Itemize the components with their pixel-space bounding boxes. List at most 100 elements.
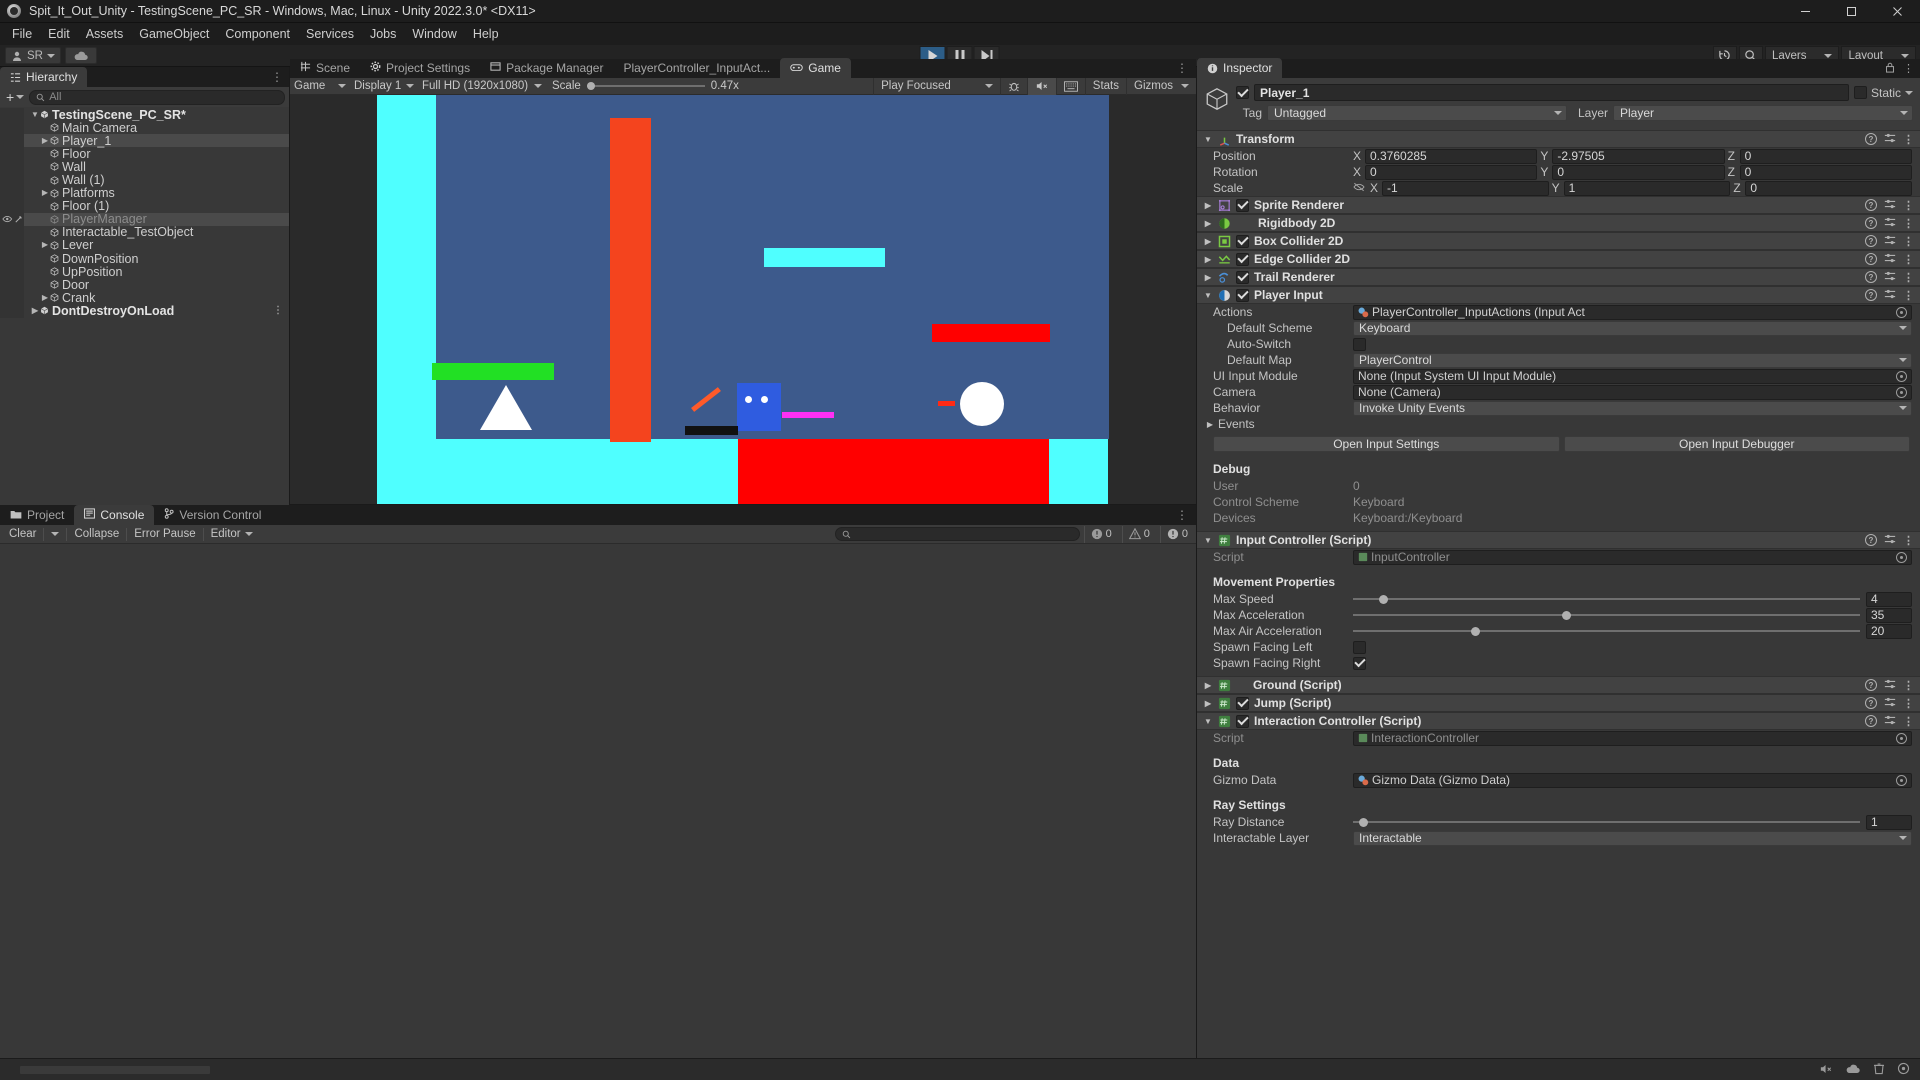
tab-playercontroller-inputact[interactable]: PlayerController_InputAct... bbox=[613, 58, 780, 78]
default-map-dropdown[interactable]: PlayerControl bbox=[1353, 352, 1912, 368]
console-tabbar[interactable]: Project Console Version Control ⋮ bbox=[0, 505, 1196, 525]
tab-project[interactable]: Project bbox=[0, 505, 74, 525]
component-header-transform[interactable]: ▼ Transform ? ⋮ bbox=[1197, 130, 1920, 148]
help-icon[interactable]: ? bbox=[1865, 235, 1877, 247]
hierarchy-item-dontdestroyonload[interactable]: ▶ DontDestroyOnLoad ⋮ bbox=[0, 304, 289, 318]
component-enabled-checkbox[interactable] bbox=[1236, 252, 1249, 266]
menu-window[interactable]: Window bbox=[404, 25, 464, 43]
constrain-off-icon[interactable] bbox=[1353, 181, 1365, 195]
kebab-icon[interactable]: ⋮ bbox=[1903, 679, 1914, 692]
menu-gameobject[interactable]: GameObject bbox=[131, 25, 217, 43]
hierarchy-item-wall-1[interactable]: Wall (1) bbox=[0, 173, 289, 187]
kebab-icon[interactable]: ⋮ bbox=[1176, 61, 1188, 75]
cloud-button[interactable] bbox=[64, 47, 97, 64]
hierarchy-item-crank[interactable]: ▶ Crank bbox=[0, 291, 289, 305]
hierarchy-item-testingscene-pc-sr[interactable]: ▼ TestingScene_PC_SR* bbox=[0, 108, 289, 122]
stats-button[interactable]: Stats bbox=[1084, 77, 1126, 95]
preset-icon[interactable] bbox=[1884, 252, 1896, 267]
component-header-box-collider-2d[interactable]: ▶ Box Collider 2D ? ⋮ bbox=[1197, 232, 1920, 250]
max-acceleration-slider[interactable]: 35 bbox=[1353, 607, 1912, 623]
hierarchy-search-input[interactable]: All bbox=[29, 89, 285, 105]
object-picker-icon[interactable] bbox=[1896, 774, 1907, 786]
object-picker-icon[interactable] bbox=[1896, 551, 1907, 563]
max-speed-slider[interactable]: 4 bbox=[1353, 591, 1912, 607]
kebab-icon[interactable]: ⋮ bbox=[1903, 271, 1914, 284]
tab-scene[interactable]: Scene bbox=[290, 58, 360, 78]
hierarchy-item-wall[interactable]: Wall bbox=[0, 160, 289, 174]
component-header-trail-renderer[interactable]: ▶ Trail Renderer ? ⋮ bbox=[1197, 268, 1920, 286]
resolution-dropdown[interactable]: Full HD (1920x1080) bbox=[418, 79, 546, 94]
interactable-layer-dropdown[interactable]: Interactable bbox=[1353, 830, 1912, 846]
chevron-down-icon[interactable] bbox=[1905, 90, 1913, 95]
kebab-icon[interactable]: ⋮ bbox=[1903, 62, 1914, 76]
kebab-icon[interactable]: ⋮ bbox=[1176, 508, 1188, 522]
component-header-jump[interactable]: ▶ Jump (Script) ? ⋮ bbox=[1197, 694, 1920, 712]
error-pause-button[interactable]: Error Pause bbox=[127, 526, 202, 543]
tab-console[interactable]: Console bbox=[74, 505, 155, 525]
kebab-icon[interactable]: ⋮ bbox=[273, 305, 283, 316]
bug-icon[interactable] bbox=[999, 77, 1027, 95]
screenshot-icon[interactable] bbox=[1055, 77, 1085, 95]
menu-file[interactable]: File bbox=[4, 25, 40, 43]
preset-icon[interactable] bbox=[1884, 132, 1896, 147]
preset-icon[interactable] bbox=[1884, 678, 1896, 693]
ray-distance-value[interactable]: 1 bbox=[1866, 814, 1912, 830]
foldout-icon[interactable]: ▶ bbox=[1205, 420, 1215, 429]
help-icon[interactable]: ? bbox=[1865, 199, 1877, 211]
component-header-sprite-renderer[interactable]: ▶ Sprite Renderer ? ⋮ bbox=[1197, 196, 1920, 214]
kebab-icon[interactable]: ⋮ bbox=[1903, 534, 1914, 547]
component-enabled-checkbox[interactable] bbox=[1236, 270, 1249, 284]
menu-component[interactable]: Component bbox=[217, 25, 298, 43]
foldout-icon[interactable]: ▼ bbox=[1203, 717, 1213, 726]
hierarchy-item-downposition[interactable]: DownPosition bbox=[0, 252, 289, 266]
help-icon[interactable]: ? bbox=[1865, 271, 1877, 283]
max-air-acceleration-slider[interactable]: 20 bbox=[1353, 623, 1912, 639]
component-enabled-checkbox[interactable] bbox=[1236, 234, 1249, 248]
kebab-icon[interactable]: ⋮ bbox=[1903, 715, 1914, 728]
actions-objectfield[interactable]: PlayerController_InputActions (Input Act bbox=[1353, 304, 1912, 320]
transform-rotation-y[interactable]: 0 bbox=[1552, 164, 1725, 180]
scale-slider[interactable] bbox=[586, 82, 705, 90]
hierarchy-item-playermanager[interactable]: PlayerManager bbox=[0, 212, 289, 226]
preset-icon[interactable] bbox=[1884, 198, 1896, 213]
gizmos-button[interactable]: Gizmos bbox=[1126, 77, 1196, 95]
script-objectfield[interactable]: InputController bbox=[1353, 549, 1912, 565]
settings-icon[interactable] bbox=[1897, 1062, 1910, 1078]
log-count[interactable]: 0 bbox=[1083, 525, 1118, 543]
component-header-player-input[interactable]: ▼ Player Input ? ⋮ bbox=[1197, 286, 1920, 304]
tab-inspector[interactable]: Inspector bbox=[1197, 58, 1283, 78]
tag-dropdown[interactable]: Untagged bbox=[1267, 105, 1567, 121]
help-icon[interactable]: ? bbox=[1865, 715, 1877, 727]
lock-icon[interactable] bbox=[1885, 62, 1895, 76]
clear-dropdown[interactable] bbox=[44, 526, 66, 543]
component-enabled-checkbox[interactable] bbox=[1236, 288, 1249, 302]
preset-icon[interactable] bbox=[1884, 533, 1896, 548]
menu-help[interactable]: Help bbox=[465, 25, 507, 43]
transform-scale-z[interactable]: 0 bbox=[1745, 180, 1913, 196]
visibility-icon[interactable] bbox=[2, 215, 13, 223]
warning-count[interactable]: 0 bbox=[1121, 525, 1156, 543]
hierarchy-tree[interactable]: ▼ TestingScene_PC_SR* Main Camera ▶ Play… bbox=[0, 107, 289, 318]
center-tabbar[interactable]: Scene Project Settings Package Manager Play… bbox=[290, 58, 1196, 78]
console-search-input[interactable] bbox=[834, 527, 1080, 541]
tab-package-manager[interactable]: Package Manager bbox=[480, 58, 613, 78]
menu-services[interactable]: Services bbox=[298, 25, 362, 43]
hierarchy-item-floor-1[interactable]: Floor (1) bbox=[0, 199, 289, 213]
clear-button[interactable]: Clear bbox=[2, 526, 43, 543]
add-gameobject-button[interactable]: + bbox=[4, 89, 26, 105]
minimize-icon[interactable] bbox=[1782, 0, 1828, 23]
max-acceleration-value[interactable]: 35 bbox=[1866, 607, 1912, 623]
transform-scale-y[interactable]: 1 bbox=[1563, 180, 1731, 196]
hierarchy-item-main-camera[interactable]: Main Camera bbox=[0, 121, 289, 135]
hierarchy-item-upposition[interactable]: UpPosition bbox=[0, 265, 289, 279]
kebab-icon[interactable]: ⋮ bbox=[1903, 697, 1914, 710]
interaction-enabled-checkbox[interactable] bbox=[1236, 714, 1249, 728]
gameobject-enabled-checkbox[interactable] bbox=[1236, 86, 1249, 99]
object-picker-icon[interactable] bbox=[1896, 386, 1907, 398]
transform-rotation-x[interactable]: 0 bbox=[1365, 164, 1538, 180]
kebab-icon[interactable]: ⋮ bbox=[1903, 199, 1914, 212]
layer-dropdown[interactable]: Player bbox=[1613, 105, 1913, 121]
kebab-icon[interactable]: ⋮ bbox=[1903, 133, 1914, 146]
default-scheme-dropdown[interactable]: Keyboard bbox=[1353, 320, 1912, 336]
foldout-icon[interactable]: ▶ bbox=[40, 136, 50, 145]
